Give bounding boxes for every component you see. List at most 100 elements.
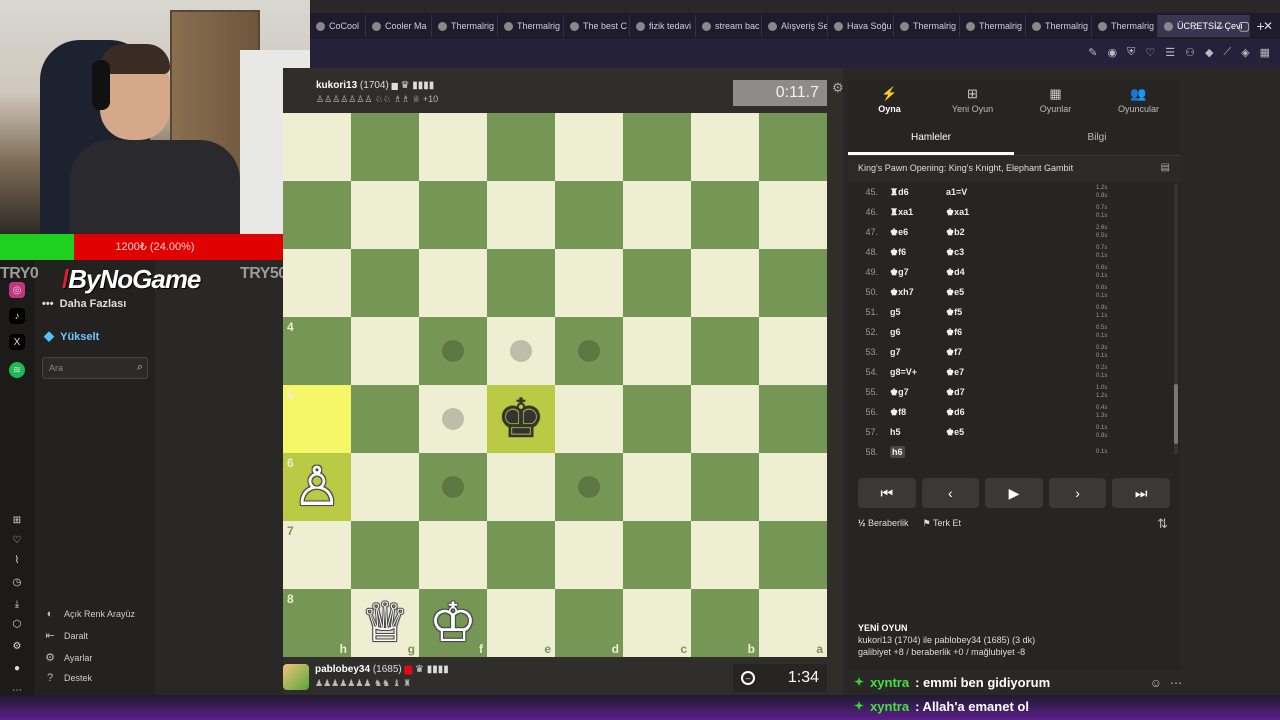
white-move[interactable]: ♚g7: [884, 267, 946, 278]
edit-icon[interactable]: ✎: [1088, 46, 1097, 59]
browser-tab[interactable]: The best C: [564, 15, 631, 37]
browser-tab[interactable]: CoCool: [310, 15, 367, 37]
browser-tab[interactable]: fizik tedavi: [630, 15, 697, 37]
minimize-icon[interactable]: –: [1208, 19, 1232, 33]
pen-icon[interactable]: ⟋: [1223, 46, 1231, 59]
board-square[interactable]: [759, 113, 827, 181]
black-move[interactable]: ♚c3: [946, 247, 1096, 258]
move-hint-dot[interactable]: [442, 408, 464, 430]
board-square[interactable]: [351, 113, 419, 181]
browser-tab[interactable]: Thermalrig: [1092, 15, 1159, 37]
x-icon[interactable]: X: [9, 334, 25, 350]
black-move[interactable]: ♚f6: [946, 327, 1096, 338]
search-tabs-icon[interactable]: ⌕: [1184, 19, 1208, 34]
white-move[interactable]: g6: [884, 327, 946, 337]
board-square[interactable]: ♚: [487, 385, 555, 453]
board-square[interactable]: b: [691, 589, 759, 657]
history-icon[interactable]: ◷: [9, 574, 25, 590]
board-square[interactable]: [351, 385, 419, 453]
board-square[interactable]: [351, 453, 419, 521]
board-square[interactable]: [555, 317, 623, 385]
user-icon[interactable]: ⚇: [1185, 46, 1195, 59]
diamond-icon[interactable]: ◈: [1241, 46, 1249, 59]
browser-tab[interactable]: Thermalrig: [894, 15, 961, 37]
white-move[interactable]: h5: [884, 427, 946, 437]
extension-icon[interactable]: ◆: [1205, 46, 1213, 59]
sidebar-menu-item[interactable]: ⚙ Ayarlar: [44, 651, 92, 664]
tiktok-icon[interactable]: ♪: [9, 308, 25, 324]
board-square[interactable]: [351, 249, 419, 317]
board-square[interactable]: [555, 453, 623, 521]
board-square[interactable]: [623, 249, 691, 317]
shield-icon[interactable]: ⛨: [1127, 46, 1135, 59]
panel-tab[interactable]: ▦ Oyunlar: [1014, 80, 1097, 120]
board-square[interactable]: [283, 181, 351, 249]
opera-icon[interactable]: ●: [9, 660, 25, 676]
board-square[interactable]: [419, 385, 487, 453]
browser-tab[interactable]: Thermalrig: [960, 15, 1027, 37]
browser-tab[interactable]: Alışveriş Se: [762, 15, 829, 37]
settings-icon[interactable]: ⚙: [9, 638, 25, 654]
board-square[interactable]: 6 ♙: [283, 453, 351, 521]
board-square[interactable]: [691, 453, 759, 521]
next-move-button[interactable]: ›: [1048, 478, 1107, 508]
sidebar-menu-item[interactable]: ◐ Açık Renk Arayüz: [44, 608, 135, 620]
board-square[interactable]: g ♕: [351, 589, 419, 657]
board-square[interactable]: [487, 521, 555, 589]
instagram-icon[interactable]: ◎: [9, 282, 25, 298]
previous-move-button[interactable]: ‹: [921, 478, 980, 508]
sidebar-menu-item[interactable]: ? Destek: [44, 672, 92, 684]
move-list-scrollbar[interactable]: [1174, 184, 1178, 454]
board-square[interactable]: [623, 453, 691, 521]
download-icon[interactable]: ⤓: [9, 596, 25, 612]
black-move[interactable]: ♚d6: [946, 407, 1096, 418]
move-hint-dot[interactable]: [578, 476, 600, 498]
board-square[interactable]: 4: [283, 317, 351, 385]
upgrade-link[interactable]: ◆ Yükselt: [44, 328, 99, 344]
board-square[interactable]: [487, 181, 555, 249]
camera-icon[interactable]: ◉: [1107, 46, 1117, 59]
board-square[interactable]: [691, 181, 759, 249]
board-square[interactable]: [419, 317, 487, 385]
black-move[interactable]: ♚e5: [946, 427, 1096, 438]
board-square[interactable]: [555, 249, 623, 317]
board-square[interactable]: [691, 385, 759, 453]
play-button[interactable]: ▶: [985, 478, 1043, 508]
draw-button[interactable]: ½ Beraberlik: [858, 518, 909, 529]
board-square[interactable]: 5: [283, 385, 351, 453]
board-square[interactable]: [623, 317, 691, 385]
black-king-piece[interactable]: ♚: [487, 385, 555, 453]
white-pawn-piece[interactable]: ♙: [283, 453, 351, 521]
panel-tab[interactable]: ⚡ Oyna: [848, 80, 931, 120]
board-square[interactable]: [623, 521, 691, 589]
browser-tab[interactable]: stream bac: [696, 15, 763, 37]
more-menu[interactable]: ••• Daha Fazlası: [42, 298, 126, 310]
black-move[interactable]: ♚d7: [946, 387, 1096, 398]
heart-icon[interactable]: ♡: [1145, 46, 1155, 59]
board-square[interactable]: [487, 249, 555, 317]
board-square[interactable]: [759, 249, 827, 317]
chat-username[interactable]: xyntra: [870, 675, 909, 690]
board-square[interactable]: [623, 181, 691, 249]
board-square[interactable]: [351, 521, 419, 589]
browser-tab[interactable]: Thermalrig: [1026, 15, 1093, 37]
panel-subtab[interactable]: Hamleler: [848, 122, 1014, 155]
white-move[interactable]: ♜d6: [884, 187, 946, 198]
board-square[interactable]: [419, 249, 487, 317]
board-square[interactable]: [283, 249, 351, 317]
more-options-icon[interactable]: ⋯: [1170, 676, 1182, 690]
board-square[interactable]: [487, 453, 555, 521]
close-icon[interactable]: ✕: [1256, 19, 1280, 33]
emoji-icon[interactable]: ☺: [1150, 676, 1162, 690]
board-square[interactable]: [555, 181, 623, 249]
board-square[interactable]: [759, 453, 827, 521]
browser-tab[interactable]: Thermalrig: [432, 15, 499, 37]
panel-tab[interactable]: 👥 Oyuncular: [1097, 80, 1180, 120]
black-move[interactable]: ♚d4: [946, 267, 1096, 278]
white-move[interactable]: h6: [884, 446, 946, 458]
board-square[interactable]: 8h: [283, 589, 351, 657]
board-square[interactable]: [691, 113, 759, 181]
flip-board-icon[interactable]: ⇅: [1157, 516, 1168, 532]
move-hint-dot[interactable]: [510, 340, 532, 362]
move-hint-dot[interactable]: [578, 340, 600, 362]
